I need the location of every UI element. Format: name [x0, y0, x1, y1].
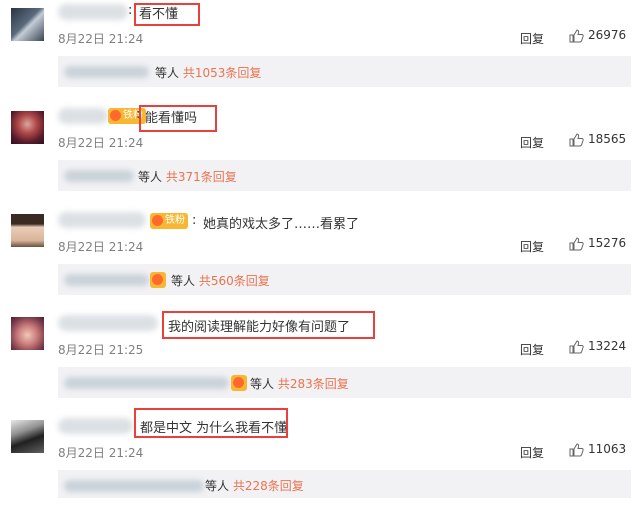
reply-button[interactable]: 回复: [520, 238, 544, 255]
sub-username-blurred: [64, 170, 134, 182]
sub-username-blurred: [64, 377, 229, 389]
reply-button[interactable]: 回复: [520, 341, 544, 358]
sub-reply-count-link[interactable]: 共560条回复: [199, 274, 270, 288]
sub-reply-count-link[interactable]: 共228条回复: [233, 479, 304, 493]
sub-replies-box[interactable]: 等人 共283条回复: [58, 367, 631, 398]
sub-replies-summary: 等人 共560条回复: [171, 272, 270, 289]
avatar[interactable]: [11, 420, 44, 453]
thumbs-up-icon: [569, 28, 584, 42]
highlight-box: [134, 408, 288, 438]
comment-item: 铁粉 : 能看懂吗 8月22日 21:24 回复 18565 等人 共371条回…: [0, 104, 635, 207]
thumbs-up-icon: [569, 442, 584, 456]
fan-badge: 铁粉: [150, 213, 188, 229]
like-count: 15276: [588, 236, 627, 250]
comment-time: 8月22日 21:24: [58, 136, 144, 150]
comment-item: : 看不懂 8月22日 21:24 回复 26976 等人 共1053条回复: [0, 0, 635, 103]
highlight-box: [139, 105, 217, 132]
thumbs-up-icon: [569, 236, 584, 250]
sub-people-label: 等人: [138, 170, 163, 184]
username-blurred[interactable]: [58, 4, 128, 20]
thumbs-up-icon: [569, 132, 584, 146]
sub-replies-summary: 等人 共1053条回复: [155, 64, 261, 81]
username-blurred[interactable]: [58, 108, 108, 124]
username-blurred[interactable]: [58, 212, 146, 228]
colon: :: [128, 3, 133, 18]
reply-button[interactable]: 回复: [520, 134, 544, 151]
sub-username-blurred: [64, 274, 149, 286]
fan-badge: [150, 272, 166, 288]
comment-item: 我的阅读理解能力好像有问题了 8月22日 21:25 回复 13224 等人 共…: [0, 311, 635, 414]
sub-people-label: 等人: [155, 66, 180, 80]
avatar[interactable]: [11, 214, 44, 247]
avatar[interactable]: [11, 317, 44, 350]
like-count: 18565: [588, 132, 627, 146]
sub-people-label: 等人: [205, 479, 230, 493]
comment-time: 8月22日 21:25: [58, 343, 144, 357]
like-button[interactable]: 26976: [569, 28, 626, 43]
comment-text: 她真的戏太多了……看累了: [203, 217, 360, 232]
highlight-box: [134, 3, 200, 26]
sub-replies-box[interactable]: 等人 共371条回复: [58, 160, 631, 191]
comment-time: 8月22日 21:24: [58, 446, 144, 460]
like-count: 11063: [588, 442, 627, 456]
avatar[interactable]: [11, 8, 44, 41]
like-count: 26976: [588, 28, 627, 42]
highlight-box: [162, 311, 375, 339]
sub-reply-count-link[interactable]: 共1053条回复: [183, 66, 262, 80]
sub-replies-box[interactable]: 等人 共228条回复: [58, 470, 631, 498]
sub-replies-box[interactable]: 等人 共560条回复: [58, 264, 631, 295]
heart-icon: [110, 110, 121, 121]
heart-icon: [152, 215, 163, 226]
like-button[interactable]: 13224: [569, 339, 626, 354]
sub-people-label: 等人: [250, 377, 275, 391]
heart-icon: [233, 377, 244, 388]
sub-replies-box[interactable]: 等人 共1053条回复: [58, 56, 631, 87]
username-blurred[interactable]: [58, 418, 133, 434]
like-button[interactable]: 15276: [569, 236, 626, 251]
like-button[interactable]: 11063: [569, 442, 626, 457]
sub-people-label: 等人: [171, 274, 196, 288]
sub-username-blurred: [64, 480, 204, 492]
sub-username-blurred: [64, 66, 149, 78]
sub-replies-summary: 等人 共371条回复: [138, 168, 237, 185]
comment-item: 都是中文 为什么我看不懂 8月22日 21:24 回复 11063 等人 共22…: [0, 408, 635, 517]
like-button[interactable]: 18565: [569, 132, 626, 147]
sub-replies-summary: 等人 共283条回复: [250, 375, 349, 392]
comment-item: 铁粉 : 她真的戏太多了……看累了 8月22日 21:24 回复 15276 等…: [0, 208, 635, 311]
comment-time: 8月22日 21:24: [58, 32, 144, 46]
reply-button[interactable]: 回复: [520, 444, 544, 461]
like-count: 13224: [588, 339, 627, 353]
username-blurred[interactable]: [58, 315, 158, 331]
fan-badge: [231, 375, 247, 391]
heart-icon: [152, 274, 163, 285]
sub-reply-count-link[interactable]: 共283条回复: [278, 377, 349, 391]
colon: :: [192, 213, 197, 228]
reply-button[interactable]: 回复: [520, 30, 544, 47]
avatar[interactable]: [11, 111, 44, 144]
sub-replies-summary: 等人 共228条回复: [205, 477, 304, 494]
thumbs-up-icon: [569, 339, 584, 353]
sub-reply-count-link[interactable]: 共371条回复: [166, 170, 237, 184]
comment-time: 8月22日 21:24: [58, 240, 144, 254]
